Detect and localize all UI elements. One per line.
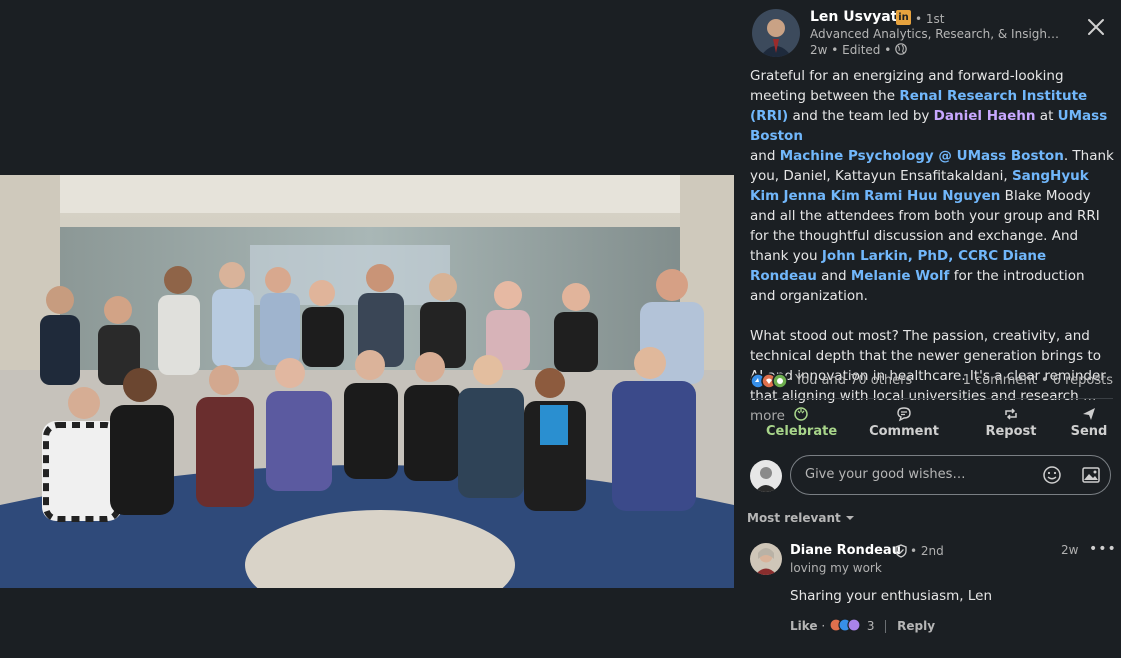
post-text-segment: What stood out most? The passion, creati… — [750, 328, 1106, 404]
commenter-avatar[interactable] — [750, 543, 782, 575]
repost-button[interactable]: Repost — [976, 404, 1046, 439]
commenter-name[interactable]: Diane Rondeau — [790, 543, 901, 558]
author-degree: • 1st — [915, 12, 945, 26]
reactions-bar: You and 70 others 1 comment • 6 reposts — [750, 372, 1113, 392]
send-icon — [1083, 408, 1095, 420]
close-icon — [1088, 19, 1104, 35]
comment-options-button[interactable]: ••• — [1089, 541, 1117, 557]
linkedin-premium-badge: in — [896, 10, 911, 25]
post-paragraph-1: Grateful for an energizing and forward-l… — [750, 66, 1114, 306]
emoji-icon — [1043, 466, 1061, 484]
repost-label: Repost — [985, 424, 1037, 439]
mention-link[interactable]: Melanie Wolf — [851, 268, 950, 284]
comment-icon — [897, 407, 911, 422]
sort-label: Most relevant — [747, 511, 841, 525]
celebrate-icon — [794, 407, 808, 421]
sort-dropdown[interactable]: Most relevant — [747, 511, 855, 525]
comment-label: Comment — [869, 424, 939, 439]
verified-icon — [894, 543, 908, 562]
post-photo[interactable] — [0, 175, 734, 588]
post-text-segment: at — [1035, 108, 1058, 124]
mention-link[interactable]: John Larkin, PhD, CCRC — [822, 248, 998, 264]
reaction-icons[interactable] — [750, 373, 792, 393]
mention-link[interactable]: Rami Huu Nguyen — [864, 188, 1000, 204]
photo-viewer — [0, 0, 738, 658]
close-button[interactable] — [1085, 16, 1107, 38]
comment-like-separator: · — [821, 619, 830, 633]
author-avatar[interactable] — [752, 9, 800, 57]
celebrate-label: Celebrate — [766, 424, 838, 439]
comment-reaction-icons[interactable] — [829, 618, 863, 632]
comment-text: Sharing your enthusiasm, Len — [790, 588, 992, 604]
commenter-headline: loving my work — [790, 561, 882, 575]
commenter-degree: • 2nd — [910, 544, 944, 558]
comment-input-box[interactable] — [790, 455, 1111, 495]
post-actions: Celebrate Comment Repost Send — [750, 404, 1113, 446]
my-avatar — [750, 460, 782, 492]
author-name[interactable]: Len Usvyat — [810, 9, 897, 25]
comment-actions: Like · 3 Reply — [790, 618, 935, 633]
post-meta-text: 2w • Edited • — [810, 43, 892, 57]
image-button[interactable] — [1081, 465, 1101, 489]
image-icon — [1082, 467, 1100, 483]
post-text-segment: and the team led by — [788, 108, 934, 124]
author-headline: Advanced Analytics, Research, & Insights… — [810, 27, 1062, 41]
comment-input[interactable] — [803, 466, 1027, 483]
post-text-segment: and — [816, 268, 851, 284]
post-panel: Len Usvyat in • 1st Advanced Analytics, … — [738, 0, 1121, 658]
comment-reply-button[interactable]: Reply — [897, 619, 935, 633]
post-text-segment: and — [750, 148, 780, 164]
group-photo-image — [0, 175, 734, 588]
comment-reaction-count[interactable]: 3 — [867, 619, 875, 633]
post-meta: 2w • Edited • — [810, 43, 907, 57]
divider — [750, 398, 1113, 399]
divider — [885, 620, 887, 633]
comment-like-button[interactable]: Like — [790, 619, 818, 633]
send-label: Send — [1070, 424, 1108, 439]
mention-link[interactable]: Jenna Kim — [783, 188, 859, 204]
globe-icon — [895, 43, 907, 55]
comment-time: 2w — [1061, 543, 1079, 557]
comment-button[interactable]: Comment — [869, 404, 939, 439]
celebrate-button[interactable]: Celebrate — [766, 404, 838, 439]
mention-link[interactable]: Daniel Haehn — [934, 108, 1036, 124]
chevron-down-icon — [845, 516, 854, 520]
reaction-summary[interactable]: You and 70 others — [795, 373, 912, 388]
repost-icon — [1005, 408, 1017, 420]
comment-repost-counts[interactable]: 1 comment • 6 reposts — [963, 373, 1113, 388]
comment-composer — [750, 455, 1113, 497]
mention-link[interactable]: Machine Psychology @ UMass Boston — [780, 148, 1064, 164]
emoji-button[interactable] — [1042, 465, 1062, 489]
send-button[interactable]: Send — [1064, 404, 1114, 439]
